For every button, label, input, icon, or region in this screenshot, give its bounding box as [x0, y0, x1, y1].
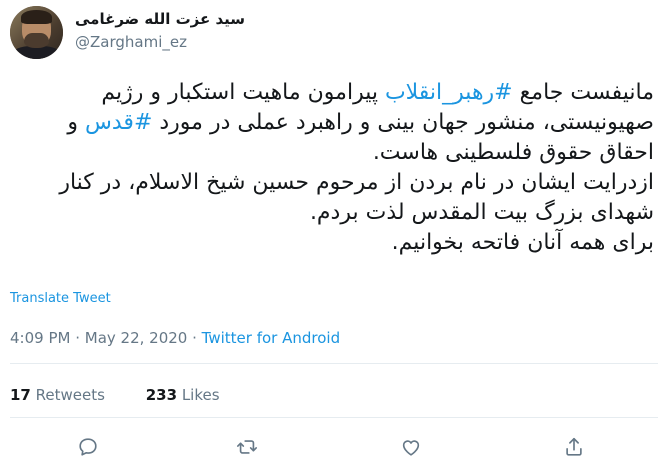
hashtag-link[interactable]: #قدس [85, 110, 152, 135]
tweet-card: سید عزت الله ضرغامی @Zarghami_ez مانیفست… [0, 0, 668, 471]
like-icon [402, 440, 420, 456]
divider [10, 363, 658, 364]
author-handle[interactable]: @Zarghami_ez [75, 33, 187, 51]
author-display-name[interactable]: سید عزت الله ضرغامی [75, 10, 245, 28]
tweet-text: مانیفست جامع #رهبر_انقلاب پیرامون ماهیت … [10, 78, 654, 258]
share-button[interactable] [563, 436, 587, 460]
retweets-stat[interactable]: 17 Retweets [10, 386, 123, 404]
tweet-source[interactable]: Twitter for Android [202, 329, 340, 347]
reply-icon [79, 438, 97, 456]
tweet-date[interactable]: May 22, 2020 [85, 329, 188, 347]
reply-button[interactable] [77, 436, 101, 460]
divider [10, 417, 658, 418]
tweet-meta: 4:09 PM · May 22, 2020 · Twitter for And… [10, 329, 341, 347]
tweet-paragraph-3: برای همه آنان فاتحه بخوانیم. [391, 230, 654, 255]
tweet-stats: 17 Retweets 233 Likes [10, 386, 256, 404]
translate-tweet-link[interactable]: Translate Tweet [10, 291, 111, 306]
like-button[interactable] [400, 436, 424, 460]
avatar[interactable] [10, 6, 63, 59]
share-icon [566, 437, 582, 456]
likes-stat[interactable]: 233 Likes [146, 386, 238, 404]
retweet-icon [237, 440, 257, 454]
tweet-time[interactable]: 4:09 PM [10, 329, 70, 347]
hashtag-link[interactable]: #رهبر_انقلاب [385, 80, 513, 105]
tweet-paragraph-1: مانیفست جامع #رهبر_انقلاب پیرامون ماهیت … [67, 80, 654, 165]
tweet-paragraph-2: ازدرایت ایشان در نام بردن از مرحوم حسین … [59, 170, 654, 225]
retweet-button[interactable] [236, 436, 260, 460]
